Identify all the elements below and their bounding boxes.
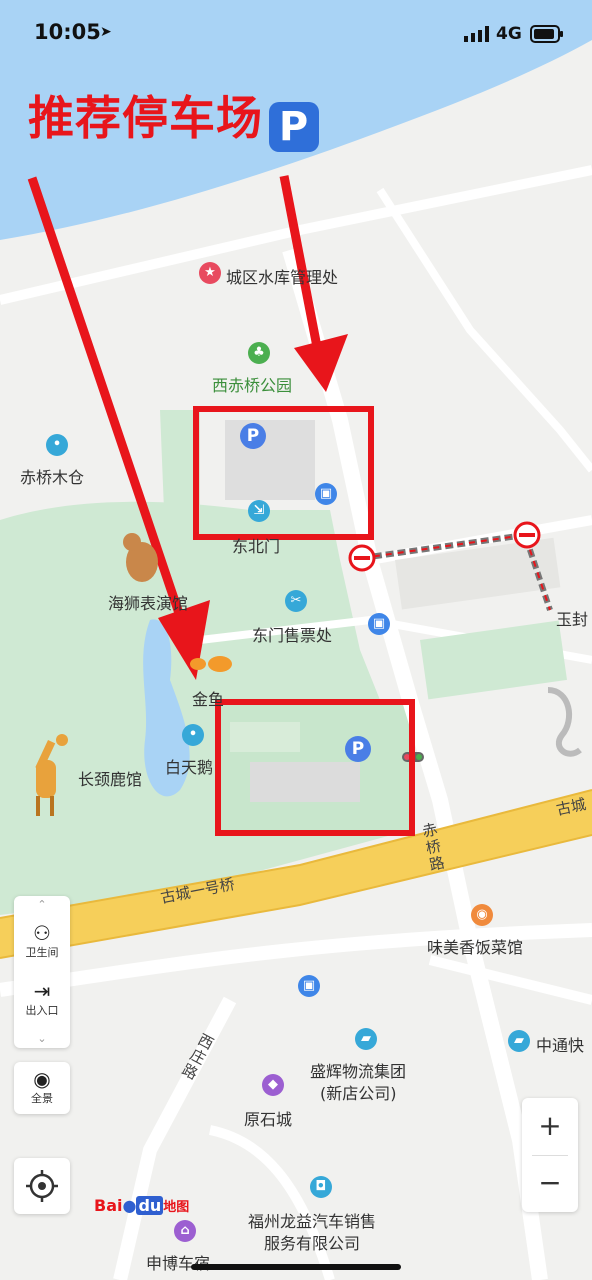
poi-shenbo[interactable]: 申博车宿 xyxy=(146,1250,210,1274)
poi-east-north-gate[interactable]: 东北门 xyxy=(232,533,280,557)
location-arrow-icon: ➤ xyxy=(100,24,112,40)
poi-east-ticket-office[interactable]: 东门售票处 xyxy=(252,622,332,646)
poi-pin-icon[interactable]: • xyxy=(182,724,204,746)
baidu-map-logo: Bai● du 地图 xyxy=(94,1196,189,1215)
poi-giraffe-hall[interactable]: 长颈鹿馆 xyxy=(78,766,142,790)
panorama-label: 全景 xyxy=(31,1092,53,1105)
poi-yufeng[interactable]: 玉封 xyxy=(556,606,588,630)
car-icon[interactable]: ◘ xyxy=(310,1176,332,1198)
entrance-exit-label: 出入口 xyxy=(25,1004,59,1017)
locate-button[interactable] xyxy=(14,1158,70,1214)
parking-icon: P xyxy=(269,102,319,152)
poi-zhongtong[interactable]: 中通快 xyxy=(536,1032,584,1056)
logo-paw: ● xyxy=(122,1196,137,1215)
gate-icon[interactable]: ⇲ xyxy=(248,500,270,522)
headline: 推荐停车场 P xyxy=(28,88,319,152)
restroom-icon: ⚇ xyxy=(33,921,51,945)
status-bar: 10:05 ➤ 4G xyxy=(0,0,592,70)
poi-weimeixiang[interactable]: 味美香饭菜馆 xyxy=(427,934,523,958)
restaurant-icon[interactable]: ◉ xyxy=(471,904,493,926)
poi-chiqiao-mucang[interactable]: 赤桥木仓 xyxy=(20,464,84,488)
zoom-in-button[interactable]: + xyxy=(522,1098,578,1154)
poi-west-bridge-park[interactable]: 西赤桥公园 xyxy=(212,372,292,396)
logo-du: du xyxy=(136,1196,164,1215)
bus-icon[interactable]: ▣ xyxy=(298,975,320,997)
zoom-control: + − xyxy=(522,1098,578,1212)
shopping-icon[interactable]: ◆ xyxy=(262,1074,284,1096)
bus-icon[interactable]: ▣ xyxy=(315,483,337,505)
signal-icon xyxy=(464,26,489,42)
exit-icon: ⇥ xyxy=(33,979,51,1003)
facility-filter-panel: ⌃ ⚇ 卫生间 ⇥ 出入口 ⌄ xyxy=(14,896,70,1048)
poi-pin-icon[interactable]: • xyxy=(46,434,68,456)
park-icon[interactable]: ♣ xyxy=(248,342,270,364)
home-indicator[interactable] xyxy=(191,1264,401,1270)
status-time: 10:05 xyxy=(34,20,101,44)
poi-white-swan[interactable]: 白天鹅 xyxy=(165,754,213,778)
poi-shenghui-line1[interactable]: 盛辉物流集团 xyxy=(310,1058,406,1082)
entrance-exit-button[interactable]: ⇥ 出入口 xyxy=(14,980,70,1018)
logo-bai: Bai xyxy=(94,1196,123,1215)
chevron-down-icon[interactable]: ⌄ xyxy=(14,1032,70,1045)
panorama-icon: ◉ xyxy=(33,1067,51,1091)
tickets-icon[interactable]: ✂ xyxy=(285,590,307,612)
poi-longyi-line1[interactable]: 福州龙益汽车销售 xyxy=(248,1208,376,1232)
no-entry-icon xyxy=(348,544,376,572)
no-entry-icon xyxy=(513,521,541,549)
restroom-label: 卫生间 xyxy=(25,946,59,959)
locate-icon xyxy=(26,1170,58,1202)
poi-longyi-line2[interactable]: 服务有限公司 xyxy=(264,1230,360,1254)
network-type: 4G xyxy=(496,24,522,44)
hotel-icon[interactable]: ⌂ xyxy=(174,1220,196,1242)
restroom-button[interactable]: ⚇ 卫生间 xyxy=(14,922,70,960)
chevron-up-icon[interactable]: ⌃ xyxy=(14,898,70,911)
battery-icon xyxy=(530,25,563,43)
zoom-out-button[interactable]: − xyxy=(522,1155,578,1211)
headline-text: 推荐停车场 xyxy=(28,91,263,145)
parking-icon[interactable]: P xyxy=(240,423,266,449)
poi-shenghui-line2[interactable]: (新店公司) xyxy=(320,1080,397,1104)
bus-icon[interactable]: ▣ xyxy=(368,613,390,635)
truck-icon[interactable]: ▰ xyxy=(355,1028,377,1050)
poi-yuanshi[interactable]: 原石城 xyxy=(244,1106,292,1130)
poi-goldfish[interactable]: 金鱼 xyxy=(192,686,224,710)
truck-icon[interactable]: ▰ xyxy=(508,1030,530,1052)
star-icon[interactable]: ★ xyxy=(199,262,221,284)
logo-map: 地图 xyxy=(163,1200,190,1215)
parking-icon[interactable]: P xyxy=(345,736,371,762)
panorama-button[interactable]: ◉ 全景 xyxy=(14,1062,70,1114)
poi-sea-lion-hall[interactable]: 海狮表演馆 xyxy=(108,590,188,614)
poi-management-office[interactable]: 城区水库管理处 xyxy=(226,264,338,288)
